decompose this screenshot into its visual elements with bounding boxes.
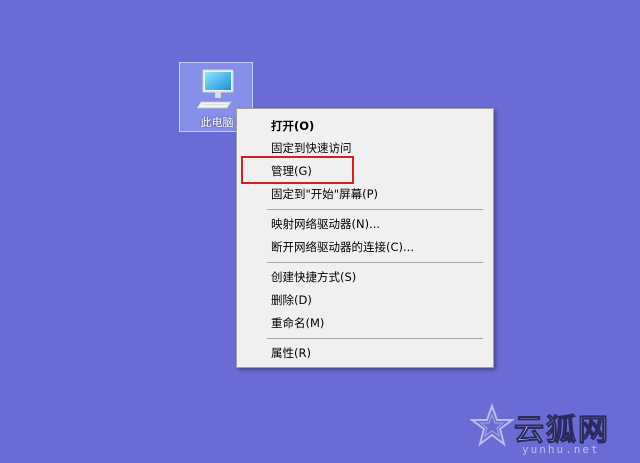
this-pc-icon — [197, 69, 234, 109]
menu-separator — [267, 338, 483, 339]
highlight-box — [241, 156, 354, 184]
watermark: 云狐网 yunhu.net — [470, 403, 638, 461]
context-menu: 打开(O) 固定到快速访问 管理(G) 固定到"开始"屏幕(P) 映射网络驱动器… — [236, 108, 494, 368]
menu-item-create-shortcut[interactable]: 创建快捷方式(S) — [237, 267, 493, 287]
menu-item-label: 创建快捷方式(S) — [271, 270, 357, 284]
menu-item-label: 打开(O) — [271, 119, 315, 133]
menu-item-map-network-drive[interactable]: 映射网络驱动器(N)... — [237, 214, 493, 234]
menu-item-disconnect-network-drive[interactable]: 断开网络驱动器的连接(C)... — [237, 237, 493, 257]
menu-item-open[interactable]: 打开(O) — [237, 116, 493, 136]
menu-item-rename[interactable]: 重命名(M) — [237, 313, 493, 333]
star-logo-icon — [470, 403, 514, 447]
desktop[interactable]: 此电脑 打开(O) 固定到快速访问 管理(G) 固定到"开始"屏幕(P) 映射网… — [0, 0, 640, 463]
menu-item-label: 断开网络驱动器的连接(C)... — [271, 240, 414, 254]
menu-item-label: 映射网络驱动器(N)... — [271, 217, 381, 231]
menu-separator — [267, 209, 483, 210]
menu-item-label: 删除(D) — [271, 293, 312, 307]
menu-item-label: 属性(R) — [271, 346, 311, 360]
menu-item-label: 固定到快速访问 — [271, 141, 352, 155]
menu-item-pin-quick-access[interactable]: 固定到快速访问 — [237, 138, 493, 158]
menu-item-pin-start[interactable]: 固定到"开始"屏幕(P) — [237, 184, 493, 204]
menu-item-delete[interactable]: 删除(D) — [237, 290, 493, 310]
menu-item-label: 重命名(M) — [271, 316, 325, 330]
watermark-domain: yunhu.net — [522, 443, 600, 456]
menu-item-label: 固定到"开始"屏幕(P) — [271, 187, 378, 201]
menu-separator — [267, 262, 483, 263]
menu-item-properties[interactable]: 属性(R) — [237, 343, 493, 363]
